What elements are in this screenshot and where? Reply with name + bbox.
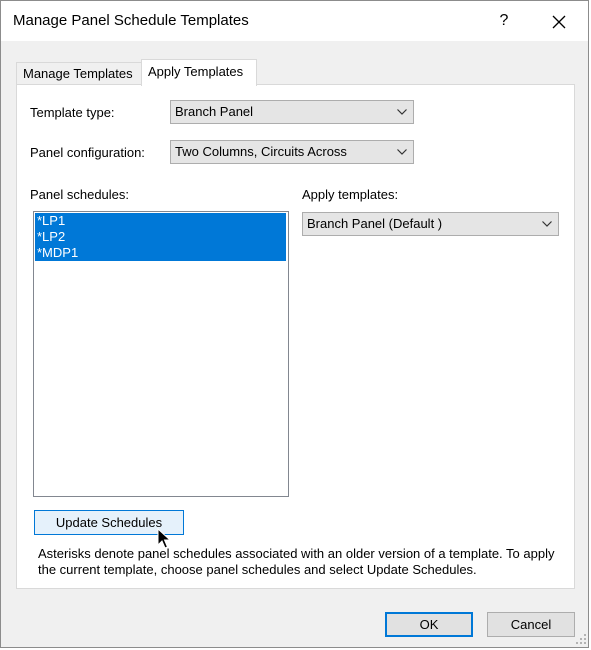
tab-apply-templates[interactable]: Apply Templates — [141, 59, 257, 86]
panel-schedules-list[interactable]: *LP1 *LP2 *MDP1 — [33, 211, 289, 497]
chevron-down-icon — [395, 141, 409, 163]
asterisk-note: Asterisks denote panel schedules associa… — [38, 546, 555, 577]
close-button[interactable] — [541, 7, 577, 35]
chevron-down-icon — [395, 101, 409, 123]
apply-templates-panel: Template type: Branch Panel Panel config… — [16, 84, 575, 589]
apply-templates-value: Branch Panel (Default ) — [307, 216, 443, 231]
ok-button[interactable]: OK — [385, 612, 473, 637]
close-icon — [552, 15, 566, 29]
panel-configuration-label: Panel configuration: — [30, 145, 145, 160]
template-type-label: Template type: — [30, 105, 115, 120]
chevron-down-icon — [540, 213, 554, 235]
help-button[interactable]: ? — [489, 7, 519, 35]
apply-templates-dropdown[interactable]: Branch Panel (Default ) — [302, 212, 559, 236]
cancel-button[interactable]: Cancel — [487, 612, 575, 637]
template-type-dropdown[interactable]: Branch Panel — [170, 100, 414, 124]
window-title: Manage Panel Schedule Templates — [13, 12, 249, 29]
panel-schedules-label: Panel schedules: — [30, 187, 130, 202]
mouse-cursor-icon — [157, 528, 171, 549]
title-bar: Manage Panel Schedule Templates ? — [1, 1, 588, 41]
template-type-value: Branch Panel — [175, 104, 254, 119]
tab-label: Apply Templates — [148, 64, 244, 79]
list-item[interactable]: *MDP1 — [35, 245, 286, 261]
panel-configuration-value: Two Columns, Circuits Across — [175, 144, 347, 159]
list-item[interactable]: *LP1 — [35, 213, 286, 229]
tab-manage-templates[interactable]: Manage Templates — [16, 62, 152, 85]
panel-configuration-dropdown[interactable]: Two Columns, Circuits Across — [170, 140, 414, 164]
manage-panel-schedule-templates-dialog: Manage Panel Schedule Templates ? Manage… — [0, 0, 589, 648]
apply-templates-label: Apply templates: — [302, 187, 399, 202]
resize-grip-icon[interactable] — [575, 633, 587, 645]
list-item[interactable]: *LP2 — [35, 229, 286, 245]
tab-label: Manage Templates — [23, 66, 133, 81]
